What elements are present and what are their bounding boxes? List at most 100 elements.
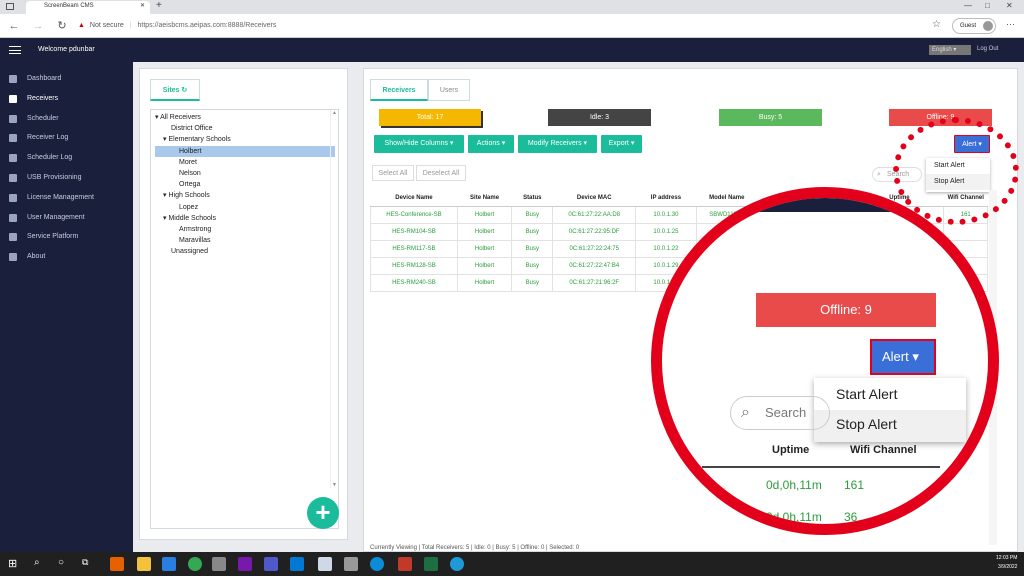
tree-node-label: Unassigned [171, 248, 208, 256]
sidebar-item-label: About [27, 253, 46, 261]
sidebar-item-scheduler[interactable]: Scheduler [0, 110, 133, 128]
tab-receivers[interactable]: Receivers [370, 79, 428, 101]
table-cell: 0C:61:27:21:96:2F [552, 273, 637, 292]
stat-idle[interactable]: Idle: 3 [548, 109, 651, 126]
more-options-icon[interactable]: ⋯ [1006, 19, 1015, 30]
window-menu-icon[interactable] [6, 3, 14, 10]
tree-node[interactable]: District Office [155, 123, 335, 134]
tree-node[interactable]: Lopez [155, 202, 335, 213]
show-hide-columns-button[interactable]: Show/Hide Columns ▾ [374, 135, 464, 153]
modify-receivers-button[interactable]: Modify Receivers ▾ [518, 135, 597, 153]
tree-node[interactable]: ▾ High Schools [155, 190, 335, 201]
tree-node[interactable]: Moret [155, 157, 335, 168]
sidebar-item-receiver-log[interactable]: Receiver Log [0, 129, 133, 147]
teams-icon[interactable] [264, 557, 278, 571]
reload-icon[interactable]: ↻ [54, 18, 70, 34]
restore-icon[interactable]: □ [985, 1, 990, 10]
zoom-table-divider [702, 466, 940, 468]
sidebar-item-dashboard[interactable]: Dashboard [0, 70, 133, 88]
back-icon[interactable]: ← [6, 18, 22, 34]
table-cell: Holbert [456, 239, 513, 258]
address-bar[interactable]: ▲ Not secure | https://aeisbcms.aeipas.c… [78, 18, 898, 34]
webex-icon[interactable] [162, 557, 176, 571]
new-tab-icon[interactable]: + [156, 0, 162, 11]
windows-start-icon[interactable]: ⊞ [8, 557, 17, 570]
outlook-icon[interactable] [290, 557, 304, 571]
chrome-icon[interactable] [188, 557, 202, 571]
zoom-search-box: ⌕ Search [730, 396, 830, 430]
screenbeam-app-icon[interactable] [318, 557, 332, 571]
sidebar-item-label: USB Provisioning [27, 174, 82, 181]
table-cell [943, 222, 988, 241]
cortana-icon[interactable]: ○ [58, 557, 64, 568]
zoom-device-cell: elv... [702, 478, 727, 492]
stat-total[interactable]: Total: 17 [379, 109, 481, 126]
tree-node-label: Holbert [179, 147, 202, 155]
taskbar-date: 3/9/2022 [998, 564, 1018, 570]
logout-link[interactable]: Log Out [977, 46, 998, 52]
firefox-icon[interactable] [110, 557, 124, 571]
refresh-icon[interactable]: ↻ [181, 87, 187, 94]
camera-icon[interactable] [344, 557, 358, 571]
sidebar-item-label: Receiver Log [27, 134, 69, 142]
minimize-icon[interactable]: — [964, 1, 972, 10]
sidebar-item-license-management[interactable]: License Management [0, 189, 133, 207]
sidebar-item-scheduler-log[interactable]: Scheduler Log [0, 149, 133, 167]
column-header[interactable]: Device Name [370, 190, 458, 207]
tree-node[interactable]: Armstrong [155, 224, 335, 235]
tree-node[interactable]: ▾ All Receivers [155, 112, 335, 123]
hamburger-menu-icon[interactable] [9, 46, 21, 54]
column-header[interactable]: Status [511, 190, 553, 207]
tree-node[interactable]: ▾ Elementary Schools [155, 134, 335, 145]
file-explorer-icon[interactable] [137, 557, 151, 571]
sidebar-item-service-platform[interactable]: Service Platform [0, 228, 133, 246]
column-header[interactable]: Site Name [457, 190, 512, 207]
app-icon[interactable] [398, 557, 412, 571]
tab-sites[interactable]: Sites ↻ [150, 79, 200, 101]
guest-profile-button[interactable]: Guest [952, 18, 996, 34]
tree-node-label: Middle Schools [168, 214, 216, 222]
sidebar-item-receivers[interactable]: Receivers [0, 90, 133, 108]
close-window-icon[interactable]: ✕ [1006, 1, 1013, 10]
taskbar-search-icon[interactable]: ⌕ [34, 557, 40, 568]
actions-button[interactable]: Actions ▾ [468, 135, 514, 153]
column-header[interactable]: Device MAC [552, 190, 636, 207]
favorite-star-icon[interactable]: ☆ [932, 19, 941, 30]
tree-node-label: Armstrong [179, 225, 212, 233]
table-cell: 0C:61:27:22:95:DF [552, 222, 637, 241]
sidebar-item-user-management[interactable]: User Management [0, 209, 133, 227]
table-cell: HES-RM117-SB [370, 239, 458, 258]
sidebar-item-label: Dashboard [27, 75, 62, 82]
tree-node[interactable]: Maravillas [155, 235, 335, 246]
tree-node[interactable]: Unassigned [155, 246, 335, 257]
task-view-icon[interactable]: ⧉ [82, 557, 88, 568]
tree-node[interactable]: Ortega [155, 179, 335, 190]
excel-icon[interactable] [424, 557, 438, 571]
onenote-icon[interactable] [238, 557, 252, 571]
sidebar-item-usb-provisioning[interactable]: USB Provisioning [0, 169, 133, 187]
sidebar-item-about[interactable]: About [0, 248, 133, 266]
edge-icon[interactable] [370, 557, 384, 571]
zoom-search-text: Search [765, 405, 807, 420]
tree-scrollbar[interactable]: ▲ ▼ [330, 110, 338, 488]
deselect-all-button[interactable]: Deselect All [416, 165, 466, 181]
tree-node[interactable]: Holbert [155, 145, 335, 157]
browser-tab-bar: ScreenBeam CMS ✕ + — □ ✕ [0, 0, 1024, 14]
add-site-button[interactable]: + [307, 497, 339, 529]
sidebar-item-label: Scheduler Log [27, 154, 73, 162]
edge-dev-icon[interactable] [450, 557, 464, 571]
tree-node[interactable]: Nelson [155, 168, 335, 179]
export-button[interactable]: Export ▾ [601, 135, 642, 153]
stat-busy[interactable]: Busy: 5 [719, 109, 822, 126]
forward-icon[interactable]: → [30, 18, 46, 34]
table-cell: Busy [511, 256, 554, 275]
browser-tab[interactable]: ScreenBeam CMS ✕ [26, 1, 150, 14]
tab-close-icon[interactable]: ✕ [140, 2, 145, 9]
tree-node[interactable]: ▾ Middle Schools [155, 213, 335, 224]
zoom-search-icon: ⌕ [741, 404, 750, 421]
settings-icon[interactable] [212, 557, 226, 571]
calendar-icon [9, 114, 17, 123]
tab-users[interactable]: Users [428, 79, 470, 101]
language-select[interactable]: English ▾ [929, 45, 971, 55]
select-all-button[interactable]: Select All [372, 165, 414, 181]
